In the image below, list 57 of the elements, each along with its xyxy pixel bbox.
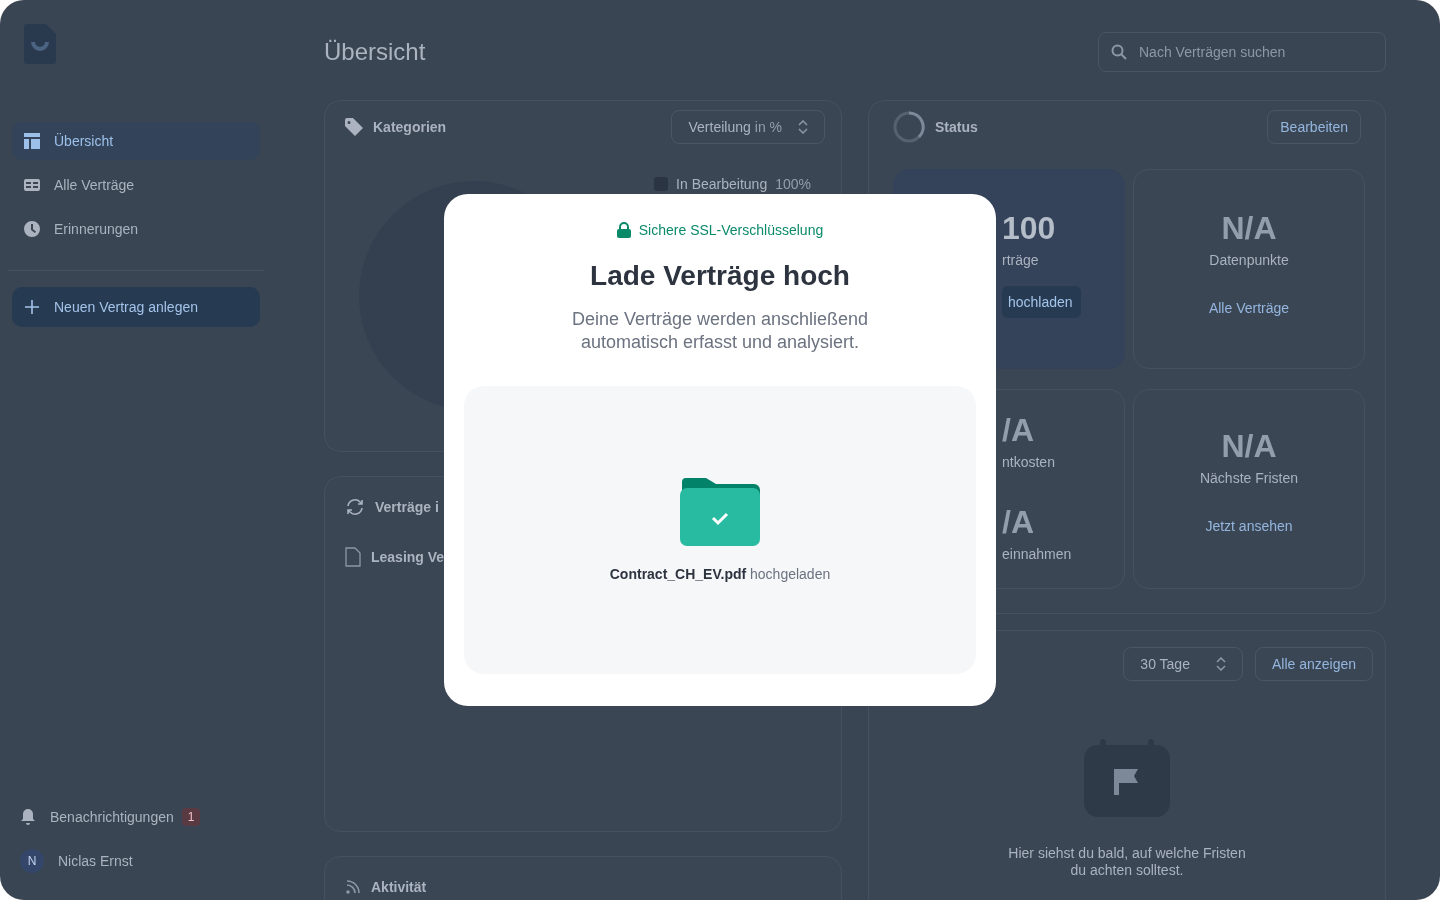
stat-value: /A: [1002, 504, 1034, 540]
card-title: Verträge i: [375, 499, 439, 515]
card-title: Kategorien: [373, 119, 447, 135]
tag-icon: [345, 118, 363, 136]
layout-icon: [24, 133, 40, 149]
stat-link[interactable]: Alle Verträge: [1208, 300, 1290, 316]
drop-zone[interactable]: Contract_CH_EV.pdf hochgeladen: [464, 386, 976, 674]
security-note: Sichere SSL-Verschlüsselung: [638, 222, 824, 238]
folder-check-icon: [680, 478, 760, 546]
distribution-select[interactable]: Verteilung in %: [671, 110, 825, 144]
stat-label: Datenpunkte: [1209, 251, 1289, 270]
stat-value: N/A: [1221, 210, 1277, 246]
chevron-up-down-icon: [798, 120, 808, 134]
search-field[interactable]: Nach Verträgen suchen: [1098, 32, 1386, 72]
upload-status: Contract_CH_EV.pdf hochgeladen: [609, 566, 831, 582]
bell-icon: [20, 809, 36, 825]
legend-label: In Bearbeitung: [676, 176, 768, 192]
search-icon: [1111, 44, 1127, 60]
user-avatar[interactable]: N: [20, 849, 44, 873]
plus-icon: [24, 299, 40, 315]
stat-value: /A: [1002, 412, 1034, 448]
clock-icon: [24, 221, 40, 237]
notifications-link[interactable]: Benachrichtigungen: [50, 809, 174, 825]
new-contract-button[interactable]: Neuen Vertrag anlegen: [12, 287, 260, 327]
nav-item[interactable]: Erinnerungen: [12, 210, 260, 248]
empty-state-text: Hier siehst du bald, auf welche Fristen du achten solltest.: [1007, 845, 1247, 879]
stat-label: einnahmen: [1002, 545, 1072, 564]
nav-item[interactable]: Alle Verträge: [12, 166, 260, 204]
stat-label: ntkosten: [1002, 453, 1055, 472]
card-title: Aktivität: [371, 879, 427, 895]
lock-icon: [616, 222, 631, 238]
nav-item[interactable]: Übersicht: [12, 122, 260, 160]
card-title: Status: [935, 119, 978, 135]
document-icon: [345, 547, 361, 567]
range-select[interactable]: 30 Tage: [1123, 647, 1243, 681]
stat-value: N/A: [1221, 428, 1277, 464]
chevron-up-down-icon: [1215, 657, 1226, 671]
dialog-subtitle: Deine Verträge werden anschließend automatisch erfasst und analysiert.: [570, 308, 870, 354]
show-all-button[interactable]: Alle anzeigen: [1254, 647, 1373, 681]
contract-name[interactable]: Leasing Ve: [371, 549, 445, 565]
logo-icon: [24, 24, 56, 64]
rss-icon: [345, 879, 361, 895]
stat-value: 100: [1002, 210, 1056, 246]
upload-button[interactable]: hochladen: [1002, 286, 1081, 318]
stat-label: rträge: [1002, 251, 1039, 270]
refresh-icon: [345, 498, 365, 516]
notification-count: 1: [181, 808, 201, 826]
user-name: Niclas Ernst: [58, 853, 133, 869]
progress-ring-icon: [893, 111, 925, 143]
page-title: Übersicht: [324, 38, 426, 66]
stat-link[interactable]: Jetzt ansehen: [1205, 518, 1293, 534]
dialog-title: Lade Verträge hoch: [590, 260, 850, 292]
calendar-flag-icon: [1084, 739, 1170, 817]
legend-value: 100%: [775, 176, 811, 192]
table-icon: [24, 179, 40, 191]
edit-button[interactable]: Bearbeiten: [1267, 110, 1361, 144]
stat-label: Nächste Fristen: [1199, 469, 1298, 488]
